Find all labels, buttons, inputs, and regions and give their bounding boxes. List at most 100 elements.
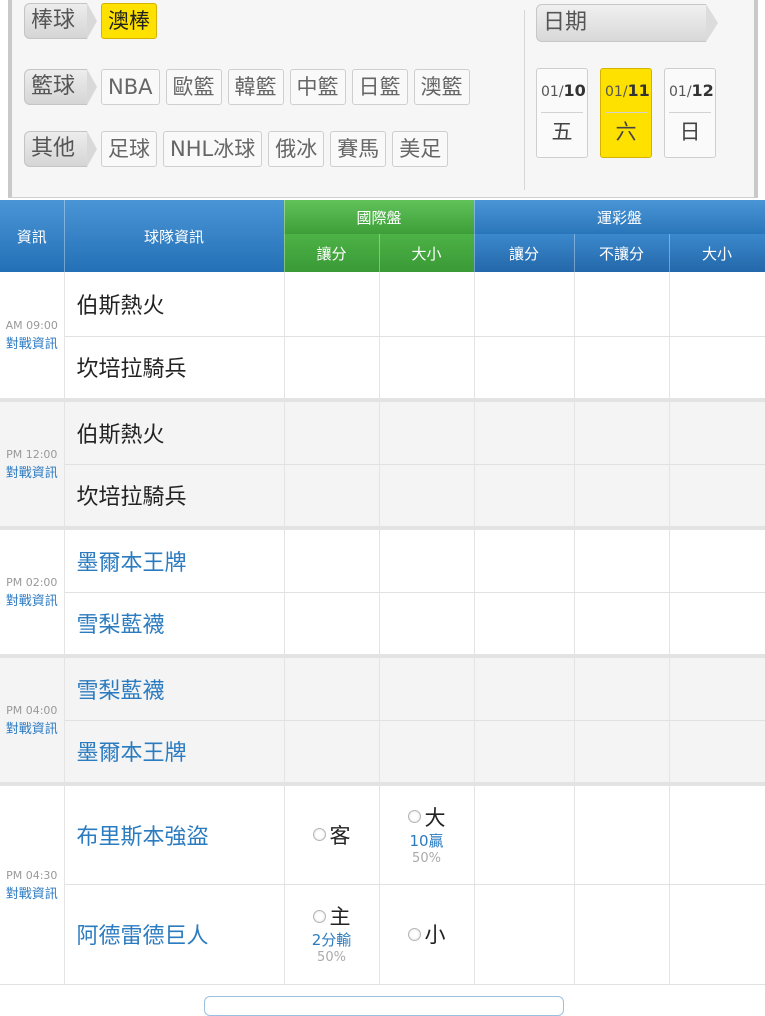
chip-aus-baseball[interactable]: 澳棒 [101, 3, 158, 39]
matchup-info-link[interactable]: 對戰資訊 [0, 337, 64, 353]
date-header: 日期 [536, 4, 718, 42]
date-option-0112[interactable]: 01/12 日 [664, 68, 716, 158]
matchup-info-link[interactable]: 對戰資訊 [0, 594, 64, 610]
category-label-basketball[interactable]: 籃球 [24, 69, 98, 105]
bet-side: 主 [329, 905, 351, 929]
table-row: 坎培拉騎兵 [0, 336, 765, 401]
bet-lottery-over-under [669, 720, 765, 785]
category-row-other: 其他 足球 NHL冰球 俄冰 賽馬 美足 [24, 130, 454, 168]
header-lottery-over-under: 大小 [669, 234, 765, 272]
table-row: PM 04:00 對戰資訊 雪梨藍襪 [0, 654, 765, 785]
bet-lottery-spread [474, 526, 575, 593]
bet-lottery-spread-home [474, 884, 575, 985]
bet-lottery-spread [474, 592, 575, 657]
radio-icon[interactable] [312, 909, 326, 923]
bet-intl-spread [284, 526, 380, 593]
chip-japan-basketball[interactable]: 日籃 [351, 69, 408, 105]
load-more-button[interactable] [204, 996, 564, 1016]
category-label-baseball[interactable]: 棒球 [24, 3, 98, 39]
panel-divider [524, 10, 525, 190]
date-weekday: 六 [615, 120, 637, 144]
filter-panel: 棒球 澳棒 籃球 NBA 歐籃 韓籃 中籃 日籃 澳籃 其他 足球 NHL冰球 … [8, 0, 758, 198]
bet-intl-spread [284, 654, 380, 721]
bet-lottery-spread [474, 654, 575, 721]
bet-intl-spread [284, 592, 380, 657]
matchup-info-link[interactable]: 對戰資訊 [0, 466, 64, 482]
bet-lottery-moneyline [574, 654, 670, 721]
bet-intl-spread [284, 272, 380, 337]
bet-lottery-moneyline-home [574, 884, 670, 985]
chip-korea-basketball[interactable]: 韓籃 [227, 69, 284, 105]
bet-lottery-moneyline [574, 398, 670, 465]
odds-table: 資訊 球隊資訊 國際盤 運彩盤 讓分 大小 讓分 不讓分 大小 AM 09:00… [0, 200, 765, 985]
team-name[interactable]: 雪梨藍襪 [64, 654, 285, 721]
chip-american-football[interactable]: 美足 [392, 131, 449, 167]
bet-intl-under[interactable]: 小 [379, 884, 475, 985]
bet-lottery-over-under [669, 272, 765, 337]
bet-intl-over-under [379, 464, 475, 529]
featured-match: PM 04:30 對戰資訊 布里斯本強盜 客 大 10贏 50% 阿德雷德巨人 … [0, 782, 765, 985]
match-info-cell: PM 04:00 對戰資訊 [0, 654, 65, 785]
bet-lottery-moneyline-away [574, 782, 670, 885]
bet-line: 10贏 [409, 831, 444, 850]
team-name[interactable]: 雪梨藍襪 [64, 592, 285, 657]
header-lottery-spread: 讓分 [474, 234, 575, 272]
category-label-other[interactable]: 其他 [24, 131, 98, 167]
chip-euro-basketball[interactable]: 歐籃 [165, 69, 222, 105]
date-option-0111[interactable]: 01/11 六 [600, 68, 652, 158]
header-team-info: 球隊資訊 [64, 200, 285, 272]
chip-nhl-hockey[interactable]: NHL冰球 [163, 131, 263, 167]
bet-lottery-ou-home [669, 884, 765, 985]
radio-icon[interactable] [407, 810, 421, 824]
header-intl-odds: 國際盤 [284, 200, 475, 234]
date-weekday: 五 [551, 120, 573, 144]
bet-intl-spread-home[interactable]: 主 2分輸 50% [284, 884, 380, 985]
bet-lottery-spread [474, 336, 575, 401]
bet-percentage: 50% [317, 950, 346, 965]
chip-aus-basketball[interactable]: 澳籃 [413, 69, 470, 105]
date-month: 01/ [669, 84, 692, 100]
bet-intl-over[interactable]: 大 10贏 50% [379, 782, 475, 885]
match-time: PM 12:00 [6, 448, 58, 461]
bet-lottery-over-under [669, 398, 765, 465]
chip-nba[interactable]: NBA [101, 69, 160, 105]
team-name[interactable]: 墨爾本王牌 [64, 720, 285, 785]
chip-soccer[interactable]: 足球 [101, 131, 158, 167]
match-info-cell: PM 02:00 對戰資訊 [0, 526, 65, 657]
team-name[interactable]: 伯斯熱火 [64, 398, 285, 465]
table-row: 坎培拉騎兵 [0, 464, 765, 529]
team-name[interactable]: 坎培拉騎兵 [64, 336, 285, 401]
match-time: PM 04:00 [6, 704, 58, 717]
bet-lottery-over-under [669, 526, 765, 593]
bet-percentage: 50% [412, 850, 441, 866]
team-name[interactable]: 伯斯熱火 [64, 272, 285, 337]
bet-lottery-moneyline [574, 526, 670, 593]
match-time: AM 09:00 [5, 319, 58, 332]
header-lottery-moneyline: 不讓分 [574, 234, 670, 272]
date-day: 12 [691, 81, 714, 100]
table-row: AM 09:00 對戰資訊 伯斯熱火 [0, 272, 765, 401]
chip-horse-racing[interactable]: 賽馬 [330, 131, 387, 167]
radio-icon[interactable] [407, 927, 421, 941]
table-row: 墨爾本王牌 [0, 720, 765, 785]
bet-intl-over-under [379, 720, 475, 785]
bet-lottery-moneyline [574, 720, 670, 785]
team-name[interactable]: 墨爾本王牌 [64, 526, 285, 593]
bet-intl-spread-away[interactable]: 客 [284, 782, 380, 885]
match-info-cell: AM 09:00 對戰資訊 [0, 272, 65, 401]
chip-russia-hockey[interactable]: 俄冰 [268, 131, 325, 167]
bet-side: 客 [329, 823, 351, 848]
team-name-away[interactable]: 布里斯本強盜 [64, 782, 285, 885]
bet-intl-over-under [379, 654, 475, 721]
matchup-info-link[interactable]: 對戰資訊 [0, 722, 64, 738]
bet-lottery-spread [474, 398, 575, 465]
date-option-0110[interactable]: 01/10 五 [536, 68, 588, 158]
team-name[interactable]: 坎培拉騎兵 [64, 464, 285, 529]
category-row-baseball: 棒球 澳棒 [24, 2, 163, 40]
radio-icon[interactable] [312, 828, 326, 842]
team-name-home[interactable]: 阿德雷德巨人 [64, 884, 285, 985]
category-row-basketball: 籃球 NBA 歐籃 韓籃 中籃 日籃 澳籃 [24, 68, 476, 106]
chip-china-basketball[interactable]: 中籃 [289, 69, 346, 105]
match-time: PM 02:00 [6, 576, 58, 589]
matchup-info-link[interactable]: 對戰資訊 [0, 887, 64, 903]
